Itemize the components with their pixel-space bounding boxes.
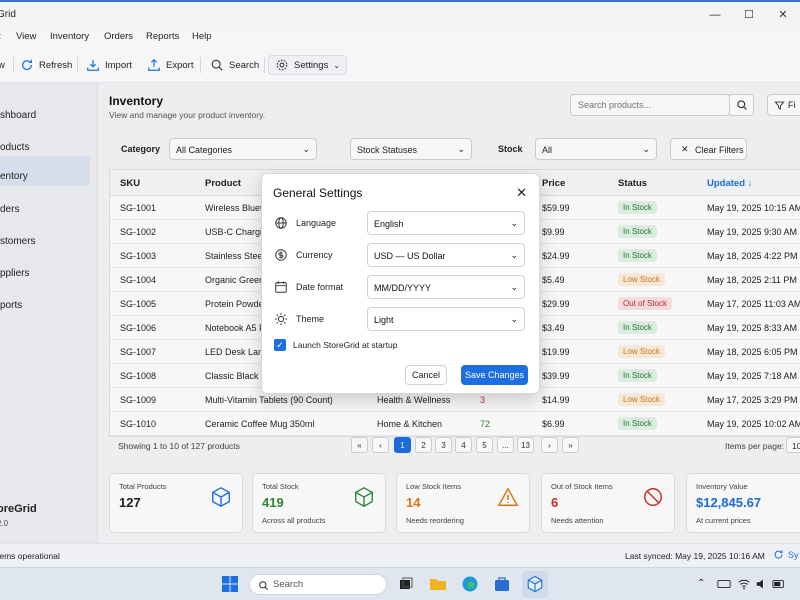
close-button[interactable]: ✕	[766, 2, 800, 27]
sync-label: Sy	[788, 549, 799, 560]
window-title: Grid	[0, 9, 16, 20]
menu-file[interactable]: t	[0, 27, 1, 42]
edge-browser-icon[interactable]	[461, 575, 479, 593]
status-bar: tems operational Last synced: May 19, 20…	[0, 543, 800, 567]
checkbox-label: Launch StoreGrid at startup	[293, 340, 398, 350]
gear-icon	[276, 59, 288, 71]
new-label: w	[0, 59, 5, 71]
chevron-down-icon: ⌄	[510, 218, 518, 228]
keyboard-icon[interactable]	[717, 577, 731, 591]
setting-currency: Currency USD — US Dollar ⌄	[274, 243, 530, 267]
setting-value: USD — US Dollar	[374, 251, 446, 261]
import-button[interactable]: Import	[86, 55, 132, 75]
language-select[interactable]: English ⌄	[367, 211, 525, 235]
menu-help[interactable]: Help	[192, 27, 212, 42]
minimize-button[interactable]: —	[698, 2, 732, 27]
toolbar-divider	[264, 57, 265, 73]
settings-dialog: General Settings ✕ Language English ⌄ Cur…	[261, 173, 540, 394]
toolbar: w Refresh Import Export Search Settings …	[0, 47, 800, 83]
close-icon[interactable]: ✕	[516, 185, 527, 201]
setting-value: MM/DD/YYYY	[374, 283, 432, 293]
menu-view[interactable]: View	[16, 27, 36, 42]
chevron-down-icon: ⌄	[510, 314, 518, 324]
export-label: Export	[166, 59, 194, 71]
setting-value: Light	[374, 315, 394, 325]
taskbar-search-placeholder: Search	[273, 579, 304, 590]
task-view-icon[interactable]	[397, 575, 415, 593]
new-button[interactable]: w	[0, 55, 5, 75]
dialog-title: General Settings	[273, 186, 363, 200]
speaker-icon[interactable]	[755, 577, 769, 591]
menu-orders[interactable]: Orders	[104, 27, 133, 42]
toolbar-divider	[13, 57, 14, 73]
currency-select[interactable]: USD — US Dollar ⌄	[367, 243, 525, 267]
chevron-down-icon: ⌄	[333, 60, 341, 70]
setting-language: Language English ⌄	[274, 211, 530, 235]
battery-icon[interactable]	[772, 578, 786, 590]
toolbar-divider	[200, 57, 201, 73]
setting-value: English	[374, 219, 404, 229]
settings-button[interactable]: Settings ⌄	[268, 55, 348, 75]
save-changes-button[interactable]: Save Changes	[461, 365, 528, 385]
refresh-label: Refresh	[39, 59, 73, 71]
search-label: Search	[229, 59, 260, 71]
theme-select[interactable]: Light ⌄	[367, 307, 525, 331]
search-icon	[259, 581, 268, 590]
import-icon	[87, 59, 99, 71]
setting-label: Currency	[296, 250, 333, 260]
import-label: Import	[105, 59, 132, 71]
sun-icon	[274, 312, 288, 326]
chevron-down-icon: ⌄	[510, 250, 518, 260]
settings-label: Settings	[294, 59, 329, 71]
cancel-button[interactable]: Cancel	[405, 365, 447, 385]
refresh-button[interactable]: Refresh	[20, 55, 72, 75]
menu-reports[interactable]: Reports	[146, 27, 179, 42]
file-explorer-icon[interactable]	[429, 575, 447, 593]
storegrid-taskbar-button[interactable]	[522, 571, 548, 598]
last-synced-text: Last synced: May 19, 2025 10:16 AM	[625, 551, 765, 561]
setting-label: Theme	[296, 314, 325, 324]
calendar-icon	[275, 281, 287, 293]
setting-theme: Theme Light ⌄	[274, 307, 530, 331]
title-bar: Grid — ☐ ✕	[0, 0, 800, 27]
toolbar-divider	[77, 57, 78, 73]
window-controls: — ☐ ✕	[698, 2, 800, 27]
setting-date-format: Date format MM/DD/YYYY ⌄	[274, 275, 530, 299]
sync-icon	[774, 550, 783, 559]
launch-at-startup-checkbox[interactable]: ✓ Launch StoreGrid at startup	[274, 339, 397, 351]
checkmark-icon: ✓	[274, 339, 286, 351]
taskbar: Search ⌃	[0, 567, 800, 600]
date-format-select[interactable]: MM/DD/YYYY ⌄	[367, 275, 525, 299]
taskbar-search[interactable]: Search	[249, 574, 387, 595]
wifi-icon[interactable]	[737, 577, 751, 591]
setting-label: Language	[296, 218, 337, 228]
menu-inventory[interactable]: Inventory	[50, 27, 89, 42]
status-text: tems operational	[0, 551, 60, 561]
app-window: Grid — ☐ ✕ t View Inventory Orders Repor…	[0, 0, 800, 567]
menu-bar: t View Inventory Orders Reports Help	[0, 27, 800, 47]
search-icon	[211, 59, 223, 71]
dollar-icon	[275, 249, 287, 261]
globe-icon	[275, 217, 287, 229]
maximize-button[interactable]: ☐	[732, 2, 766, 27]
setting-label: Date format	[296, 282, 344, 292]
store-icon[interactable]	[493, 575, 511, 593]
chevron-up-icon[interactable]: ⌃	[697, 578, 705, 589]
search-button[interactable]: Search	[210, 55, 259, 75]
export-icon	[148, 58, 160, 71]
export-button[interactable]: Export	[147, 55, 193, 75]
refresh-icon	[22, 59, 32, 71]
storegrid-app-icon	[527, 575, 543, 593]
chevron-down-icon: ⌄	[510, 282, 518, 292]
sync-button[interactable]: Sy	[773, 549, 799, 560]
windows-start-icon[interactable]	[221, 575, 239, 593]
